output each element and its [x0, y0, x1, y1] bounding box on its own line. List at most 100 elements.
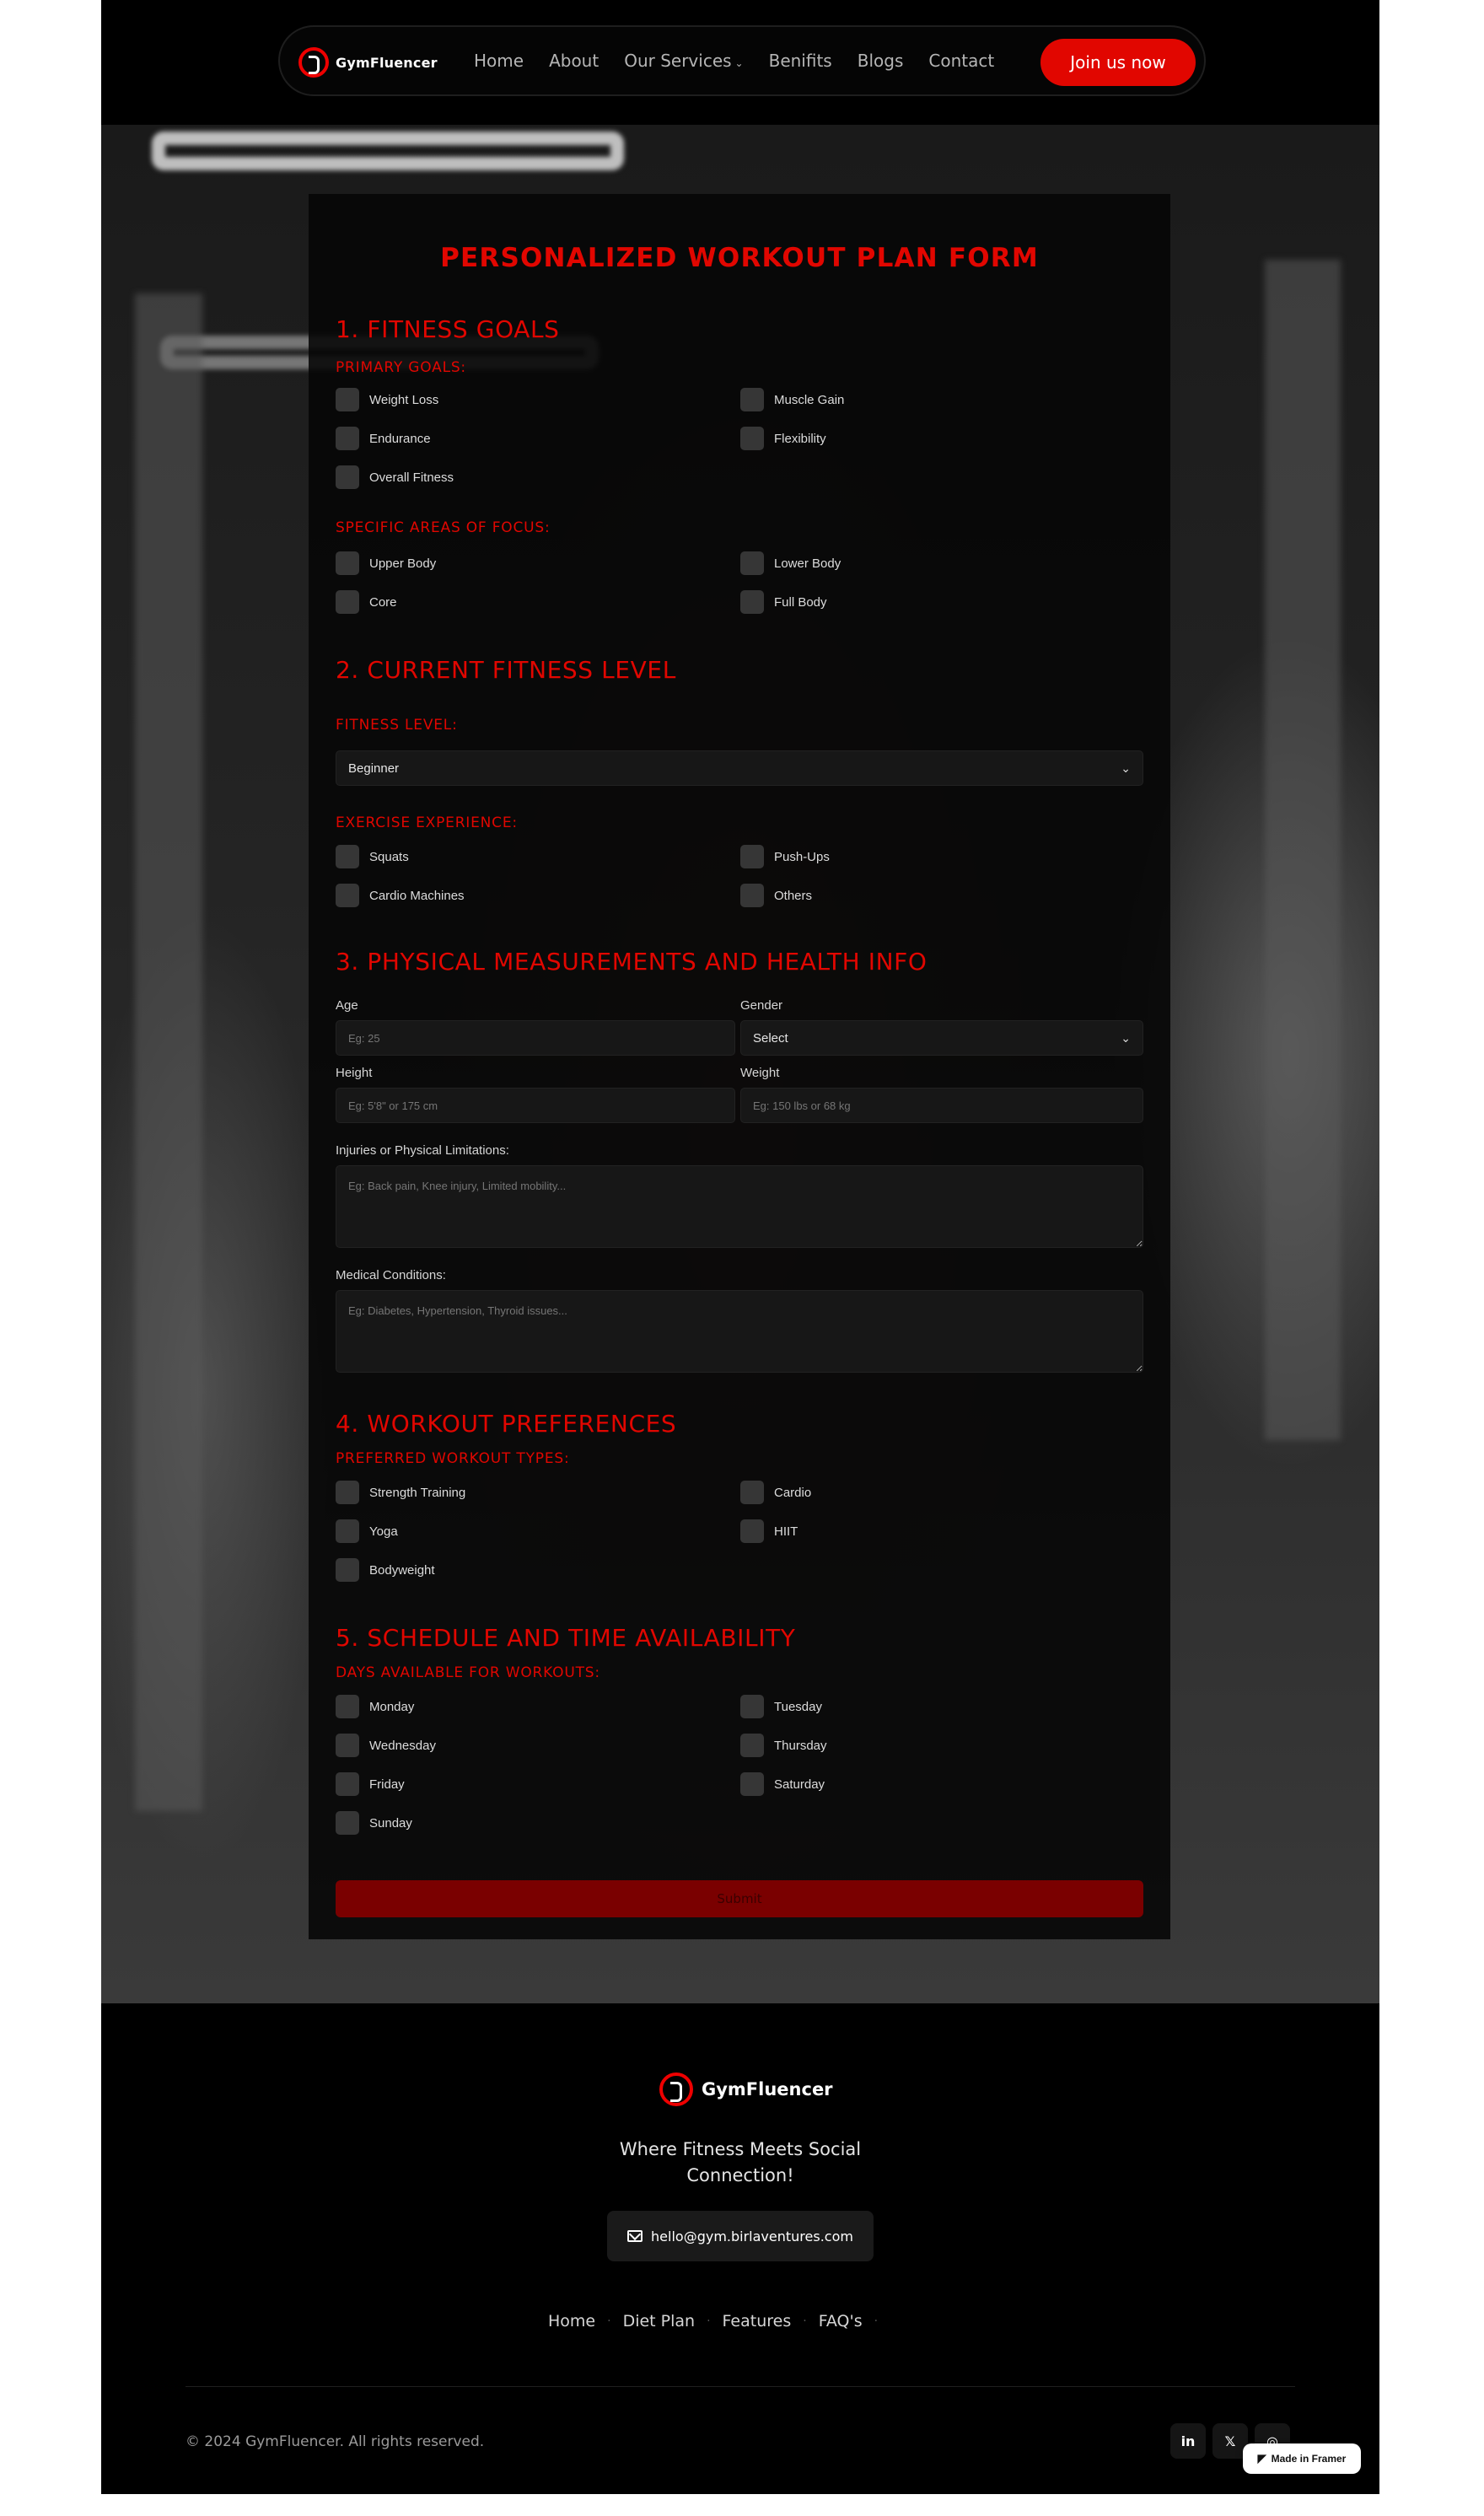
checkbox-box[interactable]: [740, 1481, 764, 1504]
checkbox-cardio[interactable]: Cardio: [740, 1481, 811, 1504]
checkbox-box[interactable]: [336, 845, 359, 868]
checkbox-wednesday[interactable]: Wednesday: [336, 1734, 436, 1757]
gym-pillar-decor: [135, 293, 202, 1811]
checkbox-box[interactable]: [336, 590, 359, 614]
checkbox-full-body[interactable]: Full Body: [740, 590, 827, 614]
email-address: hello@gym.birlaventures.com: [651, 2228, 853, 2245]
checkbox-label: Others: [774, 888, 813, 903]
checkbox-label: Bodyweight: [369, 1562, 435, 1578]
checkbox-squats[interactable]: Squats: [336, 845, 409, 868]
checkbox-label: Flexibility: [774, 431, 826, 446]
checkbox-weight-loss[interactable]: Weight Loss: [336, 388, 438, 411]
gym-pillar-decor: [1265, 260, 1341, 1440]
made-in-framer-badge[interactable]: ◤ Made in Framer: [1243, 2443, 1361, 2474]
checkbox-hiit[interactable]: HIIT: [740, 1519, 798, 1543]
footer: GymFluencer Where Fitness Meets Social C…: [101, 2003, 1379, 2494]
brand-name: GymFluencer: [336, 54, 438, 71]
checkbox-core[interactable]: Core: [336, 590, 397, 614]
checkbox-box[interactable]: [740, 1695, 764, 1718]
footer-tagline: Where Fitness Meets Social Connection!: [619, 2139, 862, 2185]
medical-textarea[interactable]: [336, 1290, 1143, 1373]
nav-about[interactable]: About: [549, 51, 599, 71]
checkbox-label: Core: [369, 594, 397, 610]
checkbox-endurance[interactable]: Endurance: [336, 427, 431, 450]
checkbox-box[interactable]: [336, 1734, 359, 1757]
nav-our-services[interactable]: Our Services ⌄: [624, 51, 743, 71]
nav-blogs[interactable]: Blogs: [858, 51, 904, 71]
gymfluencer-logo-icon: [298, 47, 329, 78]
checkbox-label: Upper Body: [369, 556, 437, 571]
checkbox-bodyweight[interactable]: Bodyweight: [336, 1558, 435, 1582]
checkbox-box[interactable]: [336, 427, 359, 450]
checkbox-yoga[interactable]: Yoga: [336, 1519, 398, 1543]
injuries-textarea[interactable]: [336, 1165, 1143, 1248]
checkbox-lower-body[interactable]: Lower Body: [740, 551, 841, 575]
checkbox-box[interactable]: [336, 1695, 359, 1718]
gender-select[interactable]: Select ⌄: [740, 1020, 1143, 1056]
checkbox-flexibility[interactable]: Flexibility: [740, 427, 826, 450]
checkbox-label: Tuesday: [774, 1699, 822, 1714]
footer-brand[interactable]: GymFluencer: [659, 2072, 833, 2106]
footer-link-diet-plan[interactable]: Diet Plan: [623, 2312, 696, 2331]
checkbox-sunday[interactable]: Sunday: [336, 1811, 412, 1835]
checkbox-monday[interactable]: Monday: [336, 1695, 414, 1718]
linkedin-icon[interactable]: in: [1170, 2423, 1206, 2459]
join-us-button[interactable]: Join us now: [1040, 39, 1196, 86]
checkbox-box[interactable]: [740, 427, 764, 450]
copyright-text: © 2024 GymFluencer. All rights reserved.: [186, 2433, 485, 2450]
height-label: Height: [336, 1066, 373, 1080]
nav-benifits[interactable]: Benifits: [769, 51, 832, 71]
checkbox-box[interactable]: [336, 1772, 359, 1796]
checkbox-overall-fitness[interactable]: Overall Fitness: [336, 465, 454, 489]
footer-divider: [186, 2386, 1295, 2387]
form-title: PERSONALIZED WORKOUT PLAN FORM: [440, 243, 1039, 273]
checkbox-friday[interactable]: Friday: [336, 1772, 405, 1796]
checkbox-saturday[interactable]: Saturday: [740, 1772, 825, 1796]
injuries-label: Injuries or Physical Limitations:: [336, 1143, 509, 1158]
email-button[interactable]: hello@gym.birlaventures.com: [607, 2211, 874, 2261]
checkbox-strength-training[interactable]: Strength Training: [336, 1481, 465, 1504]
checkbox-box[interactable]: [336, 1811, 359, 1835]
checkbox-box[interactable]: [336, 465, 359, 489]
checkbox-box[interactable]: [740, 1734, 764, 1757]
footer-link-faqs[interactable]: FAQ's: [819, 2312, 863, 2331]
mail-icon: [627, 2230, 643, 2242]
age-label: Age: [336, 998, 358, 1013]
checkbox-label: Push-Ups: [774, 849, 830, 864]
footer-link-features[interactable]: Features: [723, 2312, 792, 2331]
checkbox-thursday[interactable]: Thursday: [740, 1734, 827, 1757]
checkbox-upper-body[interactable]: Upper Body: [336, 551, 436, 575]
checkbox-cardio-machines[interactable]: Cardio Machines: [336, 884, 465, 907]
checkbox-box[interactable]: [740, 1772, 764, 1796]
checkbox-muscle-gain[interactable]: Muscle Gain: [740, 388, 844, 411]
checkbox-box[interactable]: [336, 1481, 359, 1504]
checkbox-box[interactable]: [740, 590, 764, 614]
checkbox-box[interactable]: [740, 1519, 764, 1543]
weight-input[interactable]: [740, 1088, 1143, 1123]
checkbox-tuesday[interactable]: Tuesday: [740, 1695, 822, 1718]
checkbox-box[interactable]: [336, 884, 359, 907]
checkbox-box[interactable]: [336, 1558, 359, 1582]
nav-contact[interactable]: Contact: [928, 51, 994, 71]
fitness-level-select[interactable]: Beginner ⌄: [336, 750, 1143, 786]
section-measurements: 3. PHYSICAL MEASUREMENTS AND HEALTH INFO: [336, 948, 928, 976]
checkbox-box[interactable]: [740, 388, 764, 411]
checkbox-box[interactable]: [740, 551, 764, 575]
checkbox-box[interactable]: [336, 388, 359, 411]
nav-home[interactable]: Home: [474, 51, 524, 71]
ceiling-light-decor: [152, 132, 624, 170]
separator-dot: ·: [707, 2314, 711, 2328]
height-input[interactable]: [336, 1088, 735, 1123]
checkbox-box[interactable]: [336, 551, 359, 575]
submit-button[interactable]: Submit: [336, 1880, 1143, 1917]
checkbox-box[interactable]: [336, 1519, 359, 1543]
footer-link-home[interactable]: Home: [548, 2312, 595, 2331]
checkbox-push-ups[interactable]: Push-Ups: [740, 845, 830, 868]
separator-dot: ·: [803, 2314, 807, 2328]
brand-logo[interactable]: GymFluencer: [298, 46, 438, 79]
checkbox-box[interactable]: [740, 884, 764, 907]
checkbox-others[interactable]: Others: [740, 884, 812, 907]
checkbox-box[interactable]: [740, 845, 764, 868]
fitness-level-label: FITNESS LEVEL:: [336, 717, 458, 734]
age-input[interactable]: [336, 1020, 735, 1056]
